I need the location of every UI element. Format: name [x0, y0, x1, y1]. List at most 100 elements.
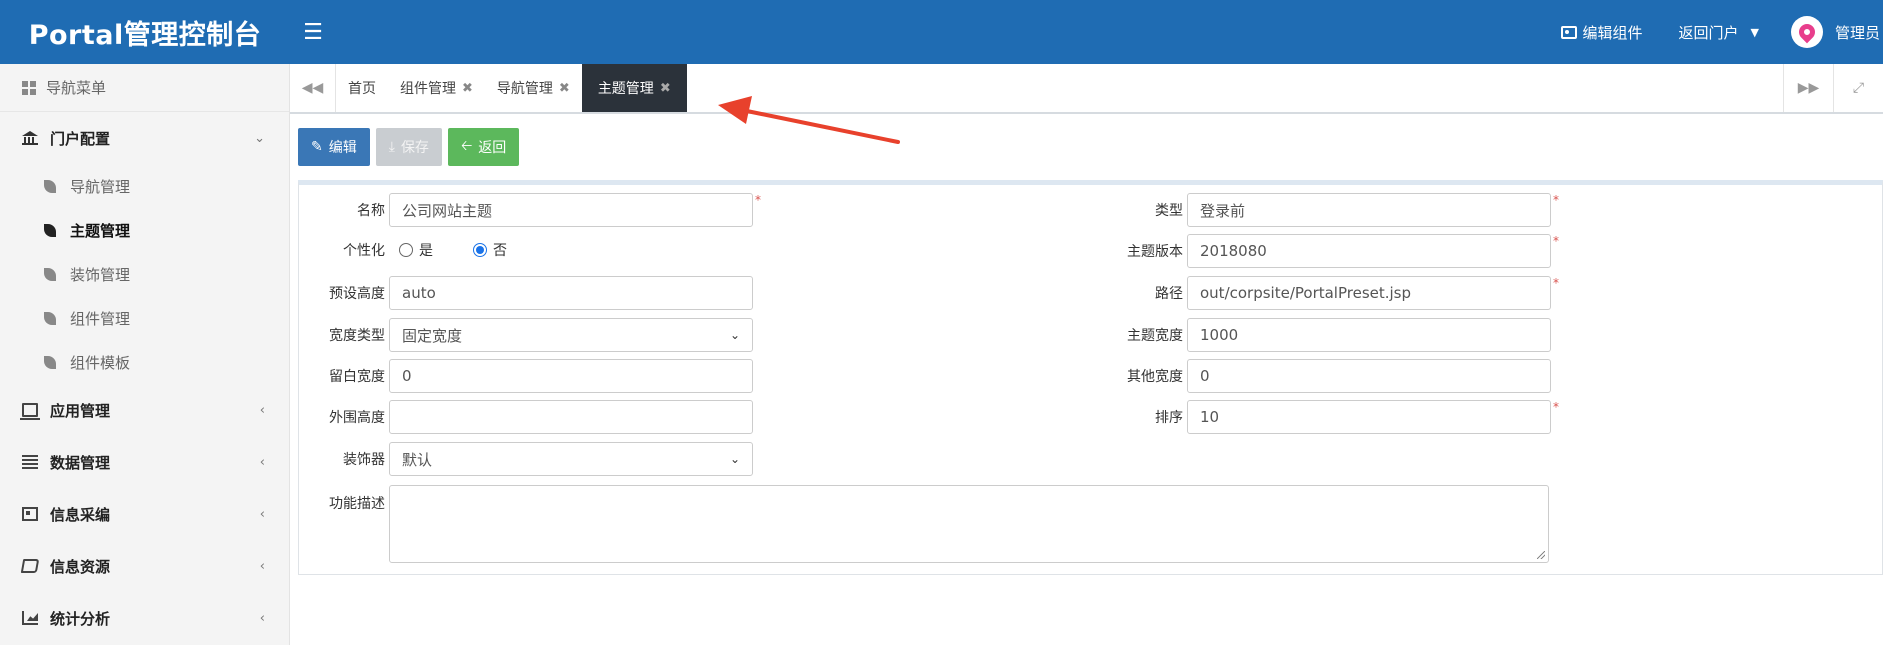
required-mark: *	[755, 193, 761, 207]
sidebar-title: 导航菜单	[0, 64, 289, 112]
back-portal-dropdown[interactable]: 返回门户 ▼	[1661, 0, 1777, 64]
type-label: 类型	[1155, 203, 1183, 219]
sidebar-item-decor-manage[interactable]: 装饰管理	[0, 252, 289, 296]
caret-down-icon: ▼	[1750, 25, 1759, 39]
margin-width-row: 留白宽度 0	[299, 359, 753, 393]
tab-theme-manage[interactable]: 主题管理 ✖	[581, 64, 687, 112]
form-toolbar: ✎ 编辑 ⤓ 保存 🡠 返回	[298, 128, 520, 166]
avatar[interactable]	[1791, 16, 1823, 48]
edit-button[interactable]: ✎ 编辑	[298, 128, 370, 166]
tab-home[interactable]: 首页	[336, 64, 388, 112]
sidebar-item-nav-manage[interactable]: 导航管理	[0, 164, 289, 208]
other-width-label: 其他宽度	[1127, 369, 1183, 385]
sidebar-group-info-resource[interactable]: 信息资源 ‹	[0, 540, 289, 592]
order-label: 排序	[1155, 410, 1183, 426]
required-mark: *	[1553, 276, 1559, 290]
chevron-left-icon: ‹	[259, 610, 265, 626]
theme-width-input[interactable]: 1000	[1187, 318, 1551, 352]
description-textarea[interactable]	[389, 485, 1549, 563]
leaf-icon	[44, 267, 56, 281]
order-input[interactable]: 10	[1187, 400, 1551, 434]
path-input[interactable]: out/corpsite/PortalPreset.jsp	[1187, 276, 1551, 310]
sidebar-group-label: 应用管理	[50, 401, 111, 420]
type-row: 类型 登录前 *	[1087, 193, 1559, 227]
tab-label: 组件管理	[400, 81, 456, 97]
personalize-radio-group: 是 否	[389, 240, 547, 260]
chevron-left-icon: ‹	[259, 402, 265, 418]
name-row: 名称 公司网站主题 *	[299, 193, 761, 227]
decorator-label: 装饰器	[343, 452, 385, 468]
sidebar-item-label: 组件模板	[70, 353, 131, 372]
username[interactable]: 管理员	[1823, 22, 1883, 43]
theme-version-label: 主题版本	[1127, 244, 1183, 260]
back-button[interactable]: 🡠 返回	[447, 128, 520, 166]
width-type-label: 宽度类型	[329, 328, 385, 344]
bank-icon	[22, 131, 38, 145]
chevron-down-icon: ⌄	[729, 328, 740, 342]
sidebar-group-data-manage[interactable]: 数据管理 ‹	[0, 436, 289, 488]
double-chevron-right-icon: ▶▶	[1797, 80, 1820, 96]
close-icon[interactable]: ✖	[660, 81, 671, 96]
download-icon: ⤓	[388, 139, 395, 155]
outer-height-input[interactable]	[389, 400, 753, 434]
theme-version-input[interactable]: 2018080	[1187, 234, 1551, 268]
sidebar-group-label: 信息资源	[50, 557, 111, 576]
sidebar-group-app-manage[interactable]: 应用管理 ‹	[0, 384, 289, 436]
tab-scroll-left-button[interactable]: ◀◀	[290, 64, 336, 112]
annotation-arrow-shaft	[740, 108, 900, 144]
sidebar-group-label: 数据管理	[50, 453, 111, 472]
tab-scroll-right-button[interactable]: ▶▶	[1783, 64, 1833, 112]
close-icon[interactable]: ✖	[559, 81, 570, 96]
save-button[interactable]: ⤓ 保存	[375, 128, 442, 166]
chevron-left-icon: ‹	[259, 454, 265, 470]
outer-height-row: 外围高度	[299, 400, 753, 434]
sidebar-group-portal-config[interactable]: 门户配置 ⌄	[0, 112, 289, 164]
sidebar-item-theme-manage[interactable]: 主题管理	[0, 208, 289, 252]
required-mark: *	[1553, 234, 1559, 248]
description-label: 功能描述	[329, 496, 385, 512]
close-icon[interactable]: ✖	[462, 81, 473, 96]
save-button-label: 保存	[400, 140, 429, 156]
sidebar-title-label: 导航菜单	[46, 79, 107, 97]
preset-height-label: 预设高度	[329, 286, 385, 302]
type-input[interactable]: 登录前	[1187, 193, 1551, 227]
sidebar-group-label: 信息采编	[50, 505, 111, 524]
sidebar-item-label: 主题管理	[70, 221, 131, 240]
sidebar-group-label: 门户配置	[50, 129, 111, 148]
personalize-label: 个性化	[343, 243, 385, 259]
leaf-icon	[44, 223, 56, 237]
resize-grip-icon[interactable]	[1537, 551, 1545, 559]
personalize-yes-radio[interactable]: 是	[399, 240, 433, 260]
path-label: 路径	[1155, 286, 1183, 302]
preset-height-row: 预设高度 auto	[299, 276, 753, 310]
personalize-no-radio[interactable]: 否	[473, 240, 507, 260]
edit-component-button[interactable]: 编辑组件	[1543, 0, 1661, 64]
radio-checked-icon	[473, 243, 487, 257]
sidebar-item-component-manage[interactable]: 组件管理	[0, 296, 289, 340]
width-type-row: 宽度类型 固定宽度 ⌄	[299, 318, 753, 352]
tab-component-manage[interactable]: 组件管理 ✖	[388, 64, 485, 112]
tab-nav-manage[interactable]: 导航管理 ✖	[485, 64, 582, 112]
sidebar-group-statistics[interactable]: 统计分析 ‹	[0, 592, 289, 644]
double-chevron-left-icon: ◀◀	[301, 80, 324, 96]
margin-width-input[interactable]: 0	[389, 359, 753, 393]
width-type-select[interactable]: 固定宽度 ⌄	[389, 318, 753, 352]
back-portal-label: 返回门户	[1678, 23, 1739, 42]
book-icon	[20, 559, 40, 573]
decorator-select[interactable]: 默认 ⌄	[389, 442, 753, 476]
app-title: Portal管理控制台	[28, 19, 262, 51]
menu-toggle-button[interactable]: ☰	[298, 0, 328, 64]
sidebar-group-label: 统计分析	[50, 609, 111, 628]
name-input[interactable]: 公司网站主题	[389, 193, 753, 227]
theme-version-row: 主题版本 2018080 *	[1087, 234, 1559, 268]
location-pin-icon	[1795, 20, 1819, 44]
fullscreen-button[interactable]: ⤢	[1833, 64, 1883, 112]
other-width-input[interactable]: 0	[1187, 359, 1551, 393]
sidebar-item-label: 装饰管理	[70, 265, 131, 284]
preset-height-input[interactable]: auto	[389, 276, 753, 310]
tab-label: 导航管理	[496, 81, 553, 97]
hamburger-icon: ☰	[303, 19, 323, 45]
sidebar-group-info-edit[interactable]: 信息采编 ‹	[0, 488, 289, 540]
sidebar-item-component-template[interactable]: 组件模板	[0, 340, 289, 384]
chevron-down-icon: ⌄	[254, 130, 265, 146]
